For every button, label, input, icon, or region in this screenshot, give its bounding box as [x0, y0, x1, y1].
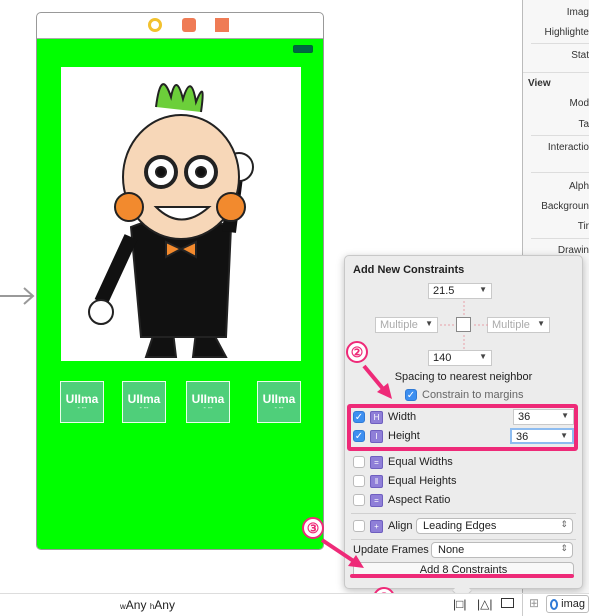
- inspector-label: Highlighte: [544, 27, 589, 38]
- image-view-sub: - --: [139, 405, 149, 412]
- inspector-label: Alph: [568, 181, 589, 192]
- image-view-sub: - --: [77, 405, 87, 412]
- equal-widths-checkbox[interactable]: [353, 456, 365, 468]
- align-label: Align: [388, 520, 413, 532]
- align-checkbox[interactable]: [353, 520, 365, 532]
- left-spacing-dropdown[interactable]: Multiple ▼: [375, 317, 438, 333]
- size-class-button[interactable]: wAny hAny: [120, 598, 175, 612]
- pin-icon[interactable]: |□|: [453, 597, 466, 611]
- constraint-struts-icon[interactable]: [440, 299, 488, 351]
- image-view-sub: - --: [274, 405, 284, 412]
- bottom-spacing-dropdown[interactable]: 140 ▼: [428, 350, 492, 366]
- image-view-sub: - --: [203, 405, 213, 412]
- image-view-1[interactable]: UIIma - --: [60, 381, 104, 423]
- align-select[interactable]: Leading Edges ⇕: [416, 518, 573, 534]
- resolve-auto-layout-icon[interactable]: |△|: [477, 597, 492, 611]
- step-2-marker: ②: [346, 341, 368, 363]
- image-view-3[interactable]: UIIma - --: [186, 381, 230, 423]
- inspector-section-title: View: [528, 78, 551, 89]
- update-frames-select[interactable]: None ⇕: [431, 542, 573, 558]
- equal-heights-icon: ‖: [370, 474, 383, 488]
- view-controller-scene[interactable]: UIIma - -- UIIma - -- UIIma - -- UIIma - --: [36, 12, 324, 550]
- align-value: Leading Edges: [423, 520, 497, 532]
- image-view-label: UIIma: [191, 392, 225, 406]
- image-view-label: UIIma: [65, 392, 99, 406]
- image-view-label: UIIma: [262, 392, 296, 406]
- scene-dock: [37, 13, 323, 39]
- image-view-icon: [550, 598, 559, 610]
- popover-title: Add New Constraints: [353, 264, 465, 276]
- w-value: Any: [125, 598, 147, 612]
- aspect-ratio-row[interactable]: = Aspect Ratio: [353, 491, 450, 509]
- equal-heights-label: Equal Heights: [388, 475, 457, 487]
- highlight-underline: [350, 574, 574, 578]
- highlight-box: [347, 404, 578, 451]
- h-value: Any: [154, 598, 175, 612]
- entry-point-arrow-icon: [0, 287, 35, 305]
- inspector-label: Ta: [578, 119, 589, 130]
- battery-icon: [293, 45, 313, 53]
- top-spacing-dropdown[interactable]: 21.5 ▼: [428, 283, 492, 299]
- inspector-label: Backgroun: [541, 201, 589, 212]
- equal-heights-row[interactable]: ‖ Equal Heights: [353, 472, 457, 490]
- aspect-ratio-checkbox[interactable]: [353, 494, 365, 506]
- right-spacing-value: Multiple: [492, 319, 530, 331]
- top-spacing-value: 21.5: [433, 285, 455, 297]
- align-icon: +: [370, 519, 383, 533]
- equal-widths-icon: =: [370, 455, 383, 469]
- image-view-4[interactable]: UIIma - --: [257, 381, 301, 423]
- constrain-to-margins-checkbox[interactable]: ✓ Constrain to margins: [405, 386, 524, 404]
- step-3-marker: ③: [302, 517, 324, 539]
- equal-widths-label: Equal Widths: [388, 456, 453, 468]
- update-frames-label: Update Frames: [353, 544, 429, 556]
- inspector-label: Mod: [569, 98, 589, 109]
- inspector-label: Imag: [566, 7, 589, 18]
- object-selector[interactable]: imag: [546, 595, 589, 613]
- object-label: imag: [561, 598, 585, 610]
- character-illustration: [88, 83, 254, 358]
- canvas-bottom-bar: wAny hAny |□| |△| ⊞ imag: [0, 593, 589, 616]
- resizing-behavior-icon[interactable]: [501, 598, 514, 608]
- image-view-2[interactable]: UIIma - --: [122, 381, 166, 423]
- align-row[interactable]: + Align: [353, 517, 412, 535]
- spacing-label: Spacing to nearest neighbor: [394, 371, 533, 383]
- bottom-spacing-value: 140: [433, 352, 452, 364]
- inspector-label: Tir: [577, 221, 589, 232]
- view-controller-icon[interactable]: [148, 18, 162, 32]
- character-image-view[interactable]: [61, 67, 301, 361]
- main-view[interactable]: UIIma - -- UIIma - -- UIIma - -- UIIma - --: [37, 39, 323, 549]
- grid-icon[interactable]: ⊞: [529, 596, 539, 610]
- inspector-label: Interactio: [547, 142, 589, 153]
- aspect-ratio-icon: =: [370, 493, 383, 507]
- first-responder-icon[interactable]: [182, 18, 196, 32]
- equal-widths-row[interactable]: = Equal Widths: [353, 453, 453, 471]
- equal-heights-checkbox[interactable]: [353, 475, 365, 487]
- constrain-margins-label: Constrain to margins: [422, 389, 524, 401]
- exit-icon[interactable]: [215, 18, 229, 32]
- left-spacing-value: Multiple: [380, 319, 418, 331]
- image-view-label: UIIma: [127, 392, 161, 406]
- right-spacing-dropdown[interactable]: Multiple ▼: [487, 317, 550, 333]
- inspector-label: Stat: [571, 50, 589, 61]
- aspect-ratio-label: Aspect Ratio: [388, 494, 451, 506]
- update-frames-value: None: [438, 544, 465, 556]
